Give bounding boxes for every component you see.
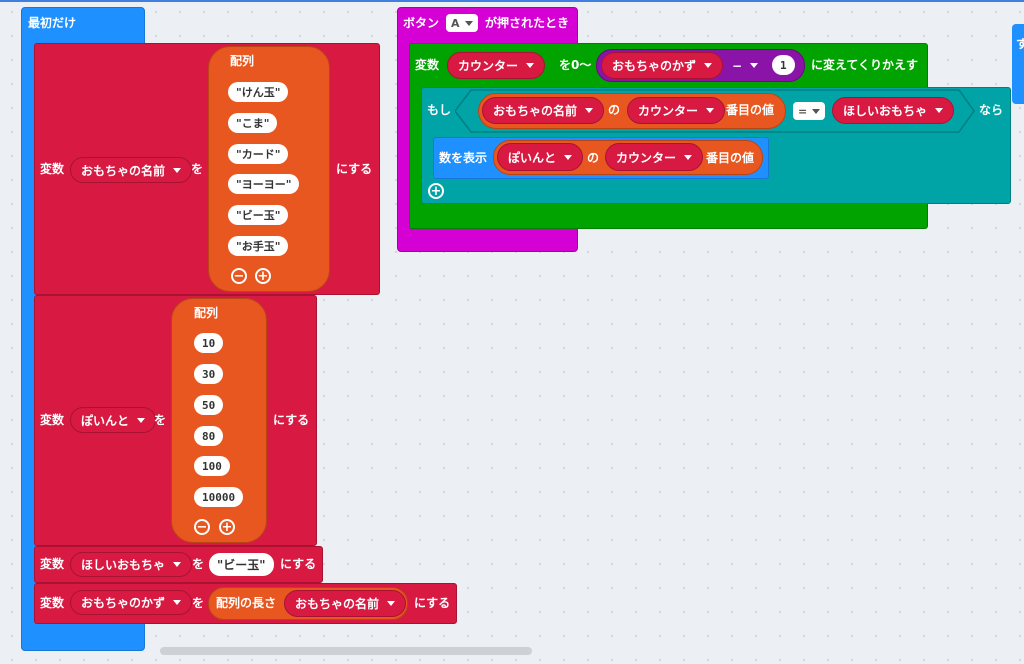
string-item[interactable]: " こま ": [228, 113, 278, 133]
of-label: の: [608, 103, 621, 117]
number-item[interactable]: 100: [194, 456, 230, 476]
wanted-toy-variable-dropdown[interactable]: ほしいおもちゃ: [70, 552, 193, 577]
on-start-title: 最初だけ: [28, 16, 77, 30]
keyword-set: にする: [280, 557, 317, 571]
loop-suffix-label: に変えてくりかえす: [811, 58, 919, 72]
toy-count-operand-dropdown[interactable]: おもちゃのかず: [601, 52, 724, 79]
string-item[interactable]: " けん玉 ": [228, 82, 289, 102]
if-keyword: もし: [427, 103, 452, 117]
button-label: ボタン: [403, 16, 440, 30]
toy-names-variable-dropdown[interactable]: おもちゃの名前: [70, 157, 193, 183]
number-item[interactable]: 50: [194, 395, 224, 415]
array-length-label: 配列の長さ: [216, 596, 277, 610]
dropdown-arrow-icon: [706, 108, 715, 113]
button-select-dropdown[interactable]: A: [446, 14, 478, 32]
dropdown-arrow-icon: [464, 20, 473, 26]
dropdown-arrow-icon: [173, 167, 182, 173]
index-label: 番目の値: [726, 103, 775, 117]
number-item[interactable]: 10: [194, 333, 224, 353]
then-label: なら: [979, 103, 1004, 117]
horizontal-scrollbar[interactable]: [160, 647, 532, 655]
minus-icon[interactable]: −: [194, 519, 210, 535]
string-item[interactable]: " ビー玉 ": [228, 205, 289, 225]
keyword-to: を: [192, 596, 205, 610]
keyword-variable: 変数: [40, 413, 65, 427]
dropdown-arrow-icon: [137, 417, 146, 423]
dropdown-arrow-icon: [526, 63, 535, 68]
string-item[interactable]: " ヨーヨー ": [228, 174, 300, 194]
counter-index-dropdown[interactable]: カウンター: [627, 97, 726, 124]
keyword-to: を: [192, 557, 205, 571]
points-array-dropdown[interactable]: ぽいんと: [497, 143, 584, 171]
toy-count-variable-dropdown[interactable]: おもちゃのかず: [70, 590, 193, 615]
dropdown-arrow-icon: [564, 154, 573, 160]
wanted-toy-compare-dropdown[interactable]: ほしいおもちゃ: [832, 97, 955, 124]
number-item[interactable]: 30: [194, 364, 224, 384]
of-label: の: [587, 151, 600, 165]
keyword-variable: 変数: [40, 596, 65, 610]
keyword-set: にする: [414, 596, 451, 610]
dropdown-arrow-icon: [387, 601, 396, 606]
minus-icon[interactable]: −: [231, 268, 247, 284]
dropdown-arrow-icon: [173, 562, 182, 567]
dropdown-arrow-icon: [173, 600, 182, 605]
number-item[interactable]: 80: [194, 426, 224, 446]
subtract-operand-number[interactable]: 1: [772, 55, 795, 75]
plus-icon[interactable]: +: [255, 268, 271, 284]
points-variable-dropdown[interactable]: ぽいんと: [70, 407, 157, 433]
dropdown-arrow-icon: [704, 63, 713, 68]
keyword-set: にする: [336, 162, 373, 176]
operator-dropdown[interactable]: −: [726, 53, 765, 78]
index-label: 番目の値: [706, 151, 755, 165]
keyword-to: を: [191, 162, 204, 176]
toy-names-array-dropdown[interactable]: おもちゃの名前: [482, 97, 605, 124]
button-pressed-label: が押されたとき: [485, 16, 570, 30]
string-item[interactable]: " カード ": [228, 144, 289, 164]
array-label: 配列: [194, 306, 219, 320]
dropdown-arrow-icon: [750, 63, 759, 68]
length-array-variable-dropdown[interactable]: おもちゃの名前: [284, 590, 407, 617]
number-item[interactable]: 10000: [194, 487, 244, 507]
keyword-set: にする: [273, 413, 310, 427]
dropdown-arrow-icon: [812, 108, 821, 114]
counter-variable-dropdown[interactable]: カウンター: [447, 52, 546, 79]
show-number-label: 数を表示: [439, 151, 488, 165]
loop-range-label: を0〜: [559, 58, 592, 72]
counter-index-dropdown-2[interactable]: カウンター: [605, 143, 704, 171]
keyword-variable: 変数: [40, 557, 65, 571]
loop-keyword-variable: 変数: [415, 58, 440, 72]
wanted-toy-value[interactable]: " ビー玉 ": [209, 553, 274, 576]
dropdown-arrow-icon: [684, 154, 693, 160]
dropdown-arrow-icon: [935, 108, 944, 113]
array-label: 配列: [230, 54, 255, 68]
partial-block-text: す: [1016, 37, 1024, 51]
plus-icon[interactable]: +: [219, 519, 235, 535]
string-item[interactable]: " お手玉 ": [228, 236, 289, 256]
top-border: [0, 0, 1024, 2]
keyword-to: を: [154, 413, 167, 427]
keyword-variable: 変数: [40, 162, 65, 176]
dropdown-arrow-icon: [585, 108, 594, 113]
compare-operator-dropdown[interactable]: =: [793, 102, 826, 120]
add-else-plus-icon[interactable]: +: [428, 183, 444, 199]
